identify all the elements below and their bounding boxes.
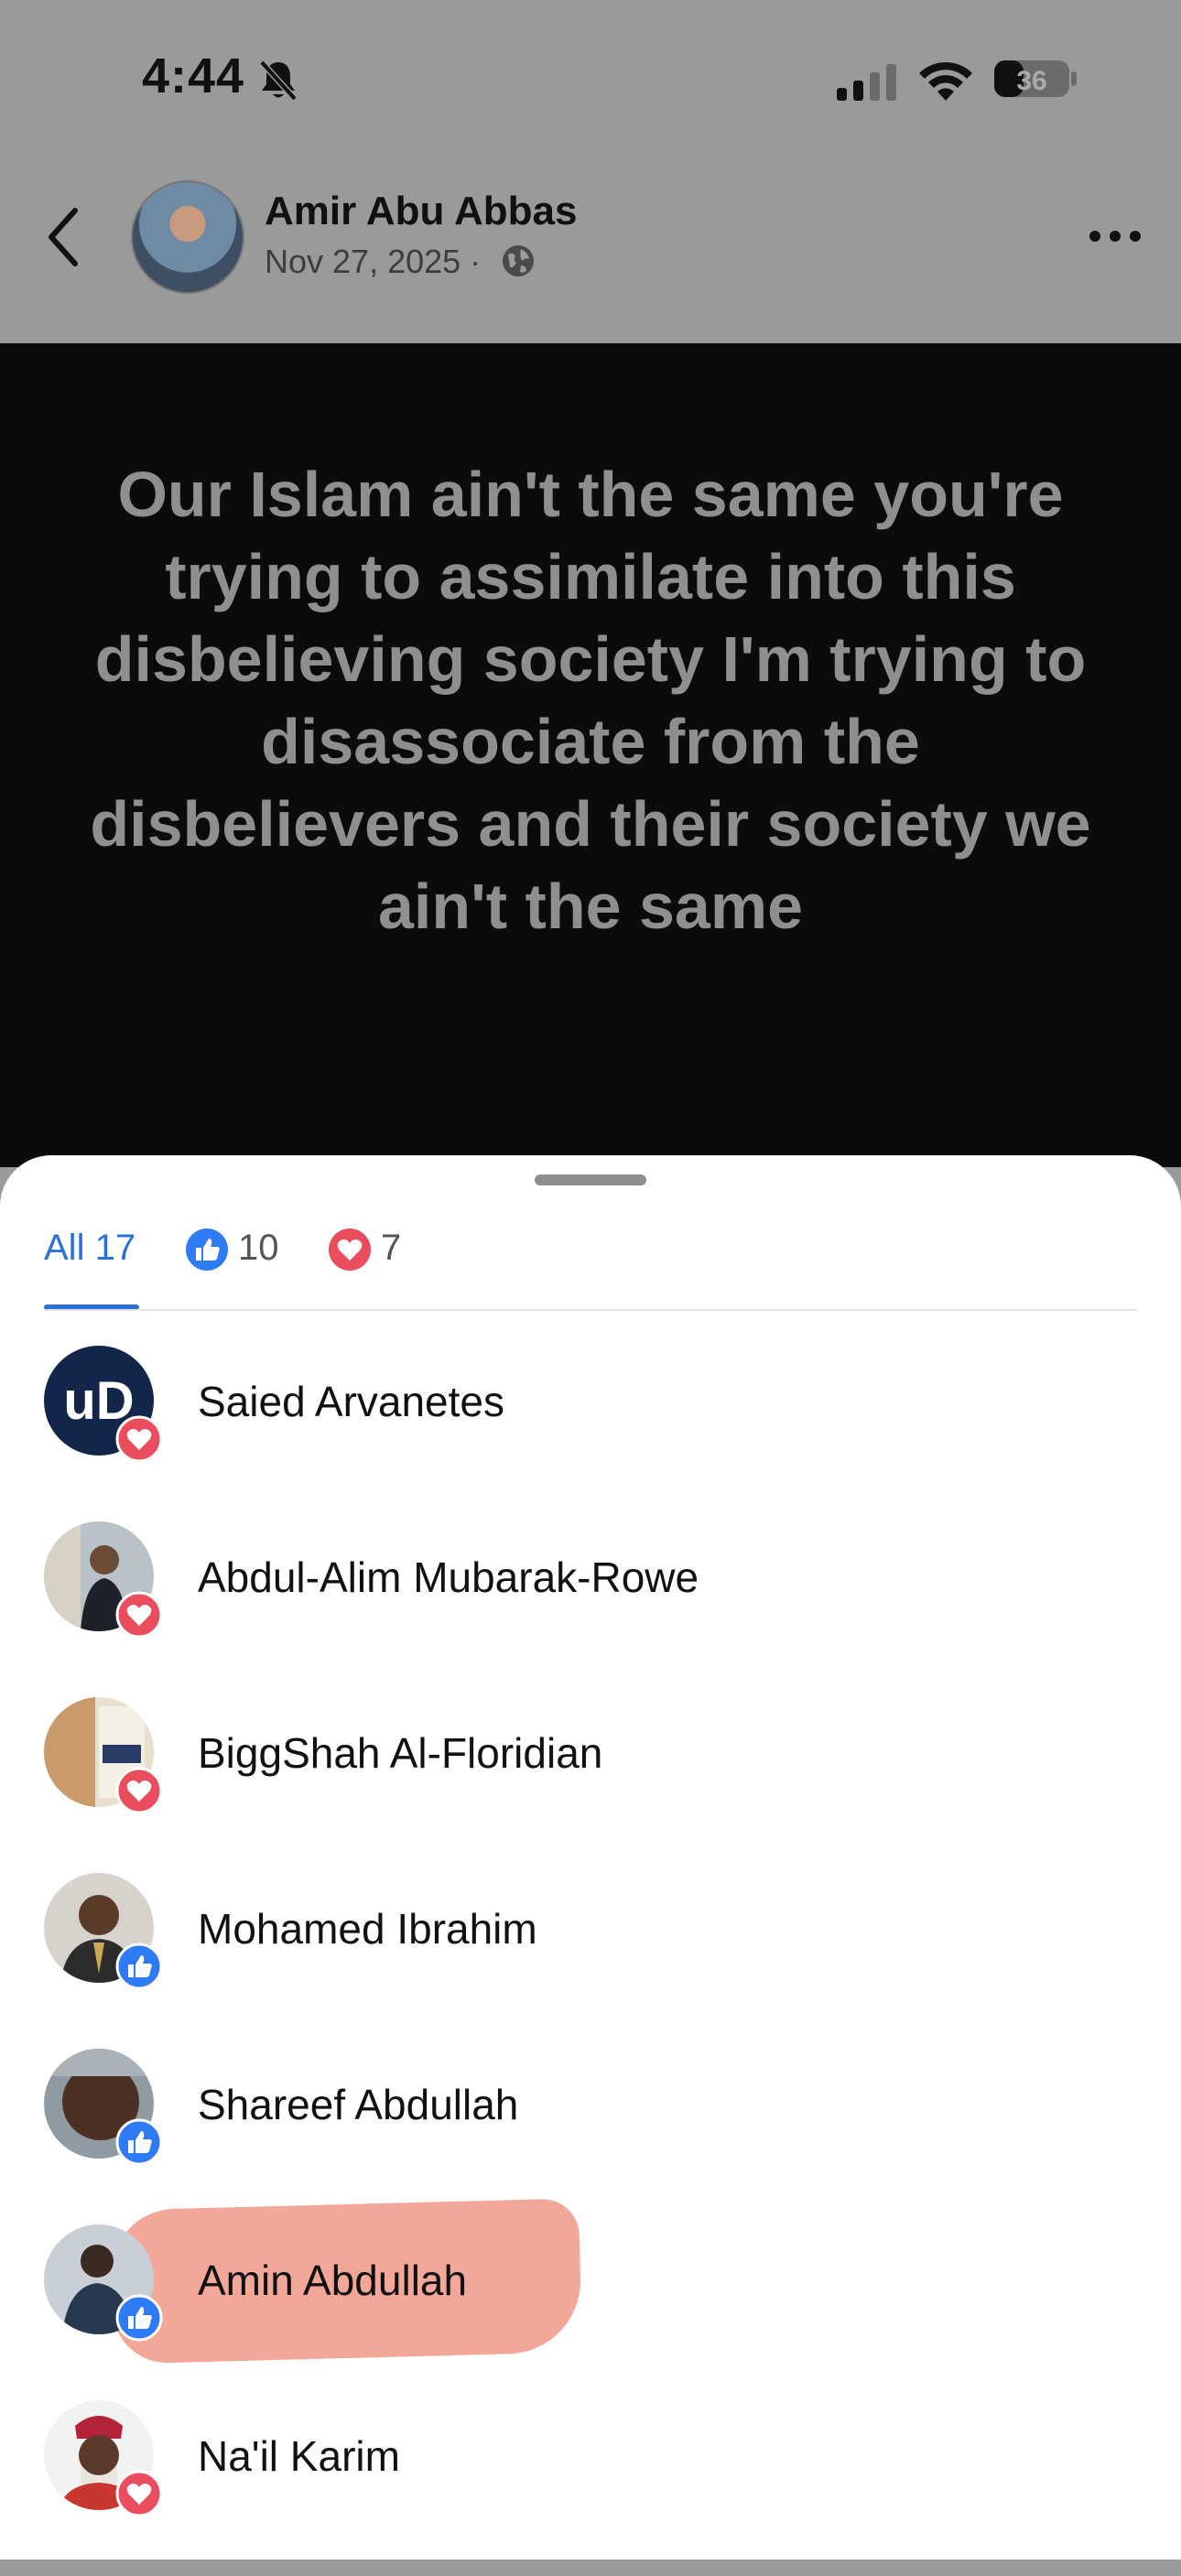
person-name: Abdul-Alim Mubarak-Rowe (198, 1553, 699, 1601)
list-item[interactable]: Amin Abdullah (0, 2224, 1181, 2400)
person-name: Saied Arvanetes (198, 1378, 505, 1425)
like-reaction-icon[interactable] (185, 1228, 229, 1272)
like-badge-icon (115, 2294, 163, 2342)
love-badge-icon (115, 1767, 163, 1814)
tabs-divider (44, 1309, 1137, 1311)
status-bar: 4:44 36 (0, 0, 1181, 156)
love-badge-icon (115, 2470, 163, 2517)
person-name: Shareef Abdullah (198, 2081, 519, 2128)
battery-icon: 36 (994, 60, 1077, 97)
like-badge-icon (115, 2118, 163, 2166)
list-item[interactable]: BiggShah Al-Floridian (0, 1697, 1181, 1873)
list-item[interactable]: uD Saied Arvanetes (0, 1346, 1181, 1521)
tab-all-reactions[interactable]: All 17 (44, 1228, 135, 1269)
post-date: Nov 27, 2025 · (265, 243, 482, 280)
person-name: Amin Abdullah (198, 2257, 468, 2304)
list-item[interactable]: Mohamed Ibrahim (0, 1873, 1181, 2049)
love-badge-icon (115, 1415, 163, 1463)
wifi-icon (919, 61, 972, 101)
list-item[interactable]: Abdul-Alim Mubarak-Rowe (0, 1521, 1181, 1697)
like-badge-icon (115, 1943, 163, 1990)
post-text: Our Islam ain't the same you're trying t… (90, 459, 1091, 942)
globe-icon (503, 245, 534, 276)
love-reaction-icon[interactable] (328, 1228, 372, 1272)
person-name: BiggShah Al-Floridian (198, 1729, 603, 1777)
tab-like-count[interactable]: 10 (238, 1228, 279, 1269)
back-chevron-icon[interactable] (44, 205, 84, 269)
love-badge-icon (115, 1591, 163, 1639)
author-avatar[interactable] (131, 180, 244, 294)
list-item[interactable]: Shareef Abdullah (0, 2049, 1181, 2224)
tab-love-count[interactable]: 7 (381, 1228, 401, 1269)
battery-level: 36 (1016, 66, 1046, 96)
cellular-signal-icon (837, 64, 896, 101)
list-item[interactable]: Na'il Karim (0, 2400, 1181, 2576)
more-options-icon[interactable] (1086, 225, 1144, 247)
person-name: Mohamed Ibrahim (198, 1905, 537, 1953)
author-name[interactable]: Amir Abu Abbas (265, 189, 577, 234)
sheet-drag-handle[interactable] (535, 1174, 646, 1185)
person-name: Na'il Karim (198, 2432, 400, 2480)
status-time: 4:44 (142, 49, 245, 103)
bell-muted-icon (259, 60, 298, 102)
